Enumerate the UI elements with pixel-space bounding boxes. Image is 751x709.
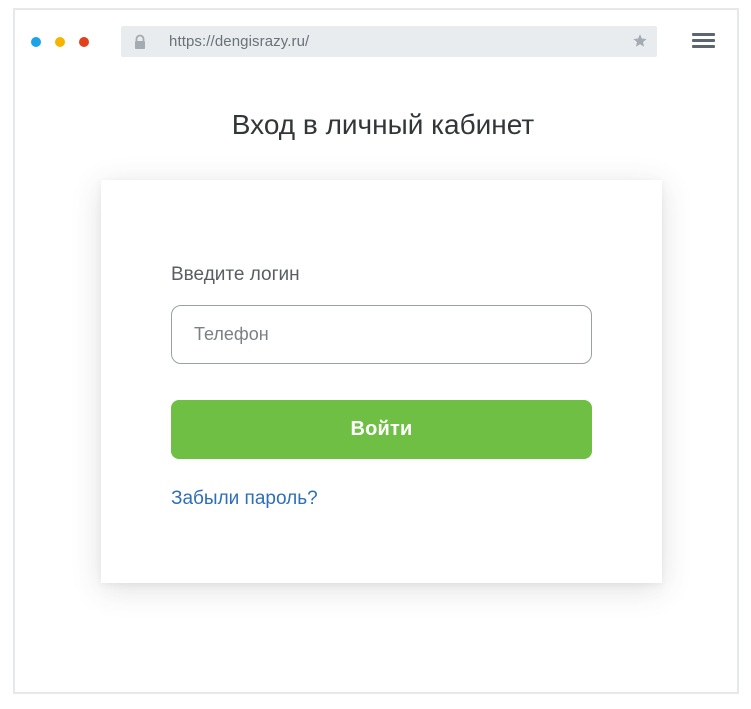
address-bar[interactable]: https://dengisrazy.ru/ xyxy=(121,26,657,57)
browser-window: https://dengisrazy.ru/ Вход в личный каб… xyxy=(13,8,739,694)
browser-toolbar: https://dengisrazy.ru/ xyxy=(15,10,737,70)
menu-line xyxy=(692,33,715,36)
window-dot-red-icon xyxy=(79,37,89,47)
window-dot-blue-icon xyxy=(31,37,41,47)
star-icon[interactable] xyxy=(632,33,648,49)
menu-line xyxy=(692,39,715,42)
phone-input[interactable] xyxy=(171,305,592,364)
login-field-label: Введите логин xyxy=(171,264,300,285)
menu-line xyxy=(692,45,715,48)
url-text[interactable]: https://dengisrazy.ru/ xyxy=(169,32,309,51)
lock-icon xyxy=(132,34,148,50)
login-card: Введите логин Войти Забыли пароль? xyxy=(101,180,662,583)
page-title: Вход в личный кабинет xyxy=(231,109,535,140)
forgot-password-link[interactable]: Забыли пароль? xyxy=(171,487,318,511)
login-button[interactable]: Войти xyxy=(171,400,592,459)
hamburger-menu-icon[interactable] xyxy=(692,33,716,51)
window-dot-yellow-icon xyxy=(55,37,65,47)
